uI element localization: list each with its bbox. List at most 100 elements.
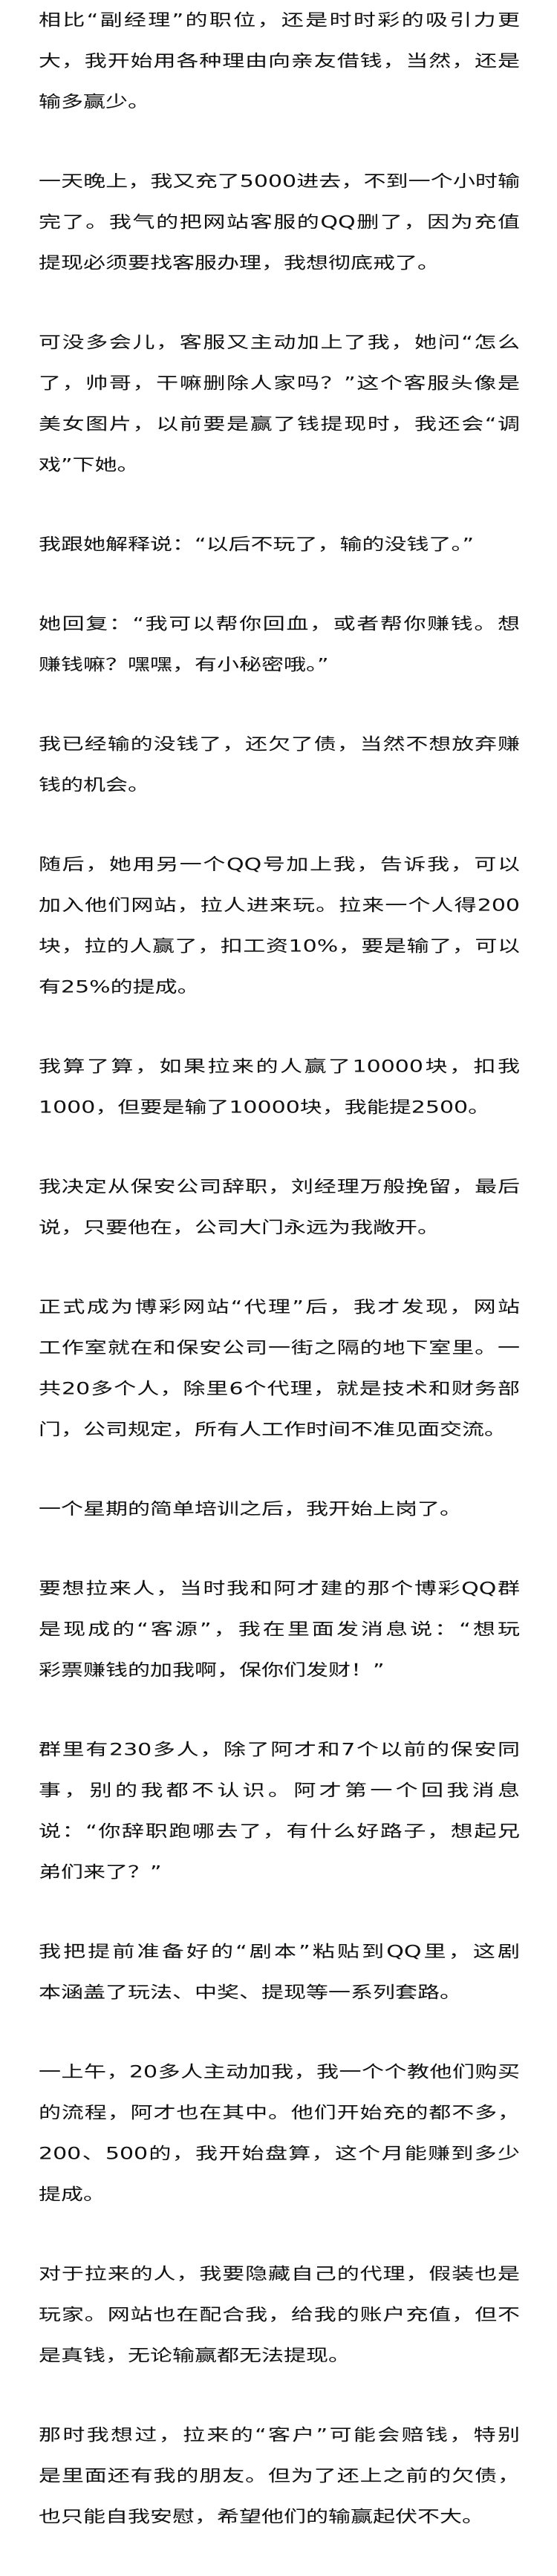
paragraph-line: 那时我想过，拉来的“客户”可能会赔钱，特别 — [39, 2415, 520, 2456]
paragraph-line-text: 说，只要他在，公司大门永远为我敞开。 — [39, 1218, 440, 1238]
paragraph-line-text: 事，别的我都不认识。阿才第一个回我消息 — [39, 1781, 520, 1801]
paragraph-line-text: 我算了算，如果拉来的人赢了10000块，扣我 — [39, 1057, 520, 1077]
paragraph-line: 群里有230多人，除了阿才和7个以前的保安同 — [39, 1729, 520, 1770]
paragraph-line: 彩票赚钱的加我啊，保你们发财！” — [39, 1650, 520, 1691]
paragraph-line-text: 提现必须要找客服办理，我想彻底戒了。 — [39, 253, 440, 273]
paragraph-line-text: 群里有230多人，除了阿才和7个以前的保安同 — [39, 1740, 520, 1760]
paragraph-line: 我算了算，如果拉来的人赢了10000块，扣我 — [39, 1046, 520, 1087]
paragraph-line-text: 本涵盖了玩法、中奖、提现等一系列套路。 — [39, 1983, 462, 2003]
paragraph-line-text: 戏”下她。 — [39, 455, 140, 475]
article-paragraph: 我跟她解释说：“以后不玩了，输的没钱了。” — [39, 524, 520, 565]
paragraph-line: 有25%的提成。 — [39, 967, 520, 1008]
paragraph-line-text: 是现成的“客源”，我在里面发消息说：“想玩 — [39, 1620, 520, 1640]
paragraph-line-text: 工作室就在和保安公司一街之隔的地下室里。一 — [39, 1338, 520, 1358]
paragraph-line: 戏”下她。 — [39, 445, 520, 486]
paragraph-line-text: 赚钱嘛？嘿嘿，有小秘密哦。” — [39, 655, 329, 675]
paragraph-line: 我跟她解释说：“以后不玩了，输的没钱了。” — [39, 524, 520, 565]
paragraph-line: 提成。 — [39, 2174, 520, 2215]
paragraph-line: 我把提前准备好的“剧本”粘贴到QQ里，这剧 — [39, 1931, 520, 1972]
paragraph-line-text: 可没多会儿，客服又主动加上了我，她问“怎么 — [39, 333, 520, 353]
paragraph-line-text: 门，公司规定，所有人工作时间不准见面交流。 — [39, 1420, 506, 1440]
paragraph-line: 一上午，20多人主动加我，我一个个教他们购买 — [39, 2052, 520, 2093]
paragraph-line: 正式成为博彩网站“代理”后，我才发现，网站 — [39, 1287, 520, 1328]
paragraph-line-text: 是真钱，无论输赢都无法提现。 — [39, 2346, 351, 2366]
article-paragraph: 正式成为博彩网站“代理”后，我才发现，网站 工作室就在和保安公司一街之隔的地下室里… — [39, 1287, 520, 1450]
article-paragraph: 她回复：“我可以帮你回血，或者帮你赚钱。想 赚钱嘛？嘿嘿，有小秘密哦。” — [39, 604, 520, 685]
paragraph-line-text: 相比“副经理”的职位，还是时时彩的吸引力更 — [39, 10, 520, 30]
article-paragraph: 要想拉来人，当时我和阿才建的那个博彩QQ群 是现成的“客源”，我在里面发消息说：“… — [39, 1568, 520, 1691]
article-paragraph: 那时我想过，拉来的“客户”可能会赔钱，特别 是里面还有我的朋友。但为了还上之前的欠… — [39, 2415, 520, 2537]
paragraph-line-text: 块，拉的人赢了，扣工资10%，要是输了，可以 — [39, 936, 520, 956]
paragraph-line: 随后，她用另一个QQ号加上我，告诉我，可以 — [39, 844, 520, 885]
paragraph-line-text: 随后，她用另一个QQ号加上我，告诉我，可以 — [39, 855, 520, 875]
paragraph-line: 我决定从保安公司辞职，刘经理万般挽留，最后 — [39, 1167, 520, 1207]
paragraph-line: 是现成的“客源”，我在里面发消息说：“想玩 — [39, 1609, 520, 1650]
paragraph-line: 共20多个人，除里6个代理，就是技术和财务部 — [39, 1369, 520, 1409]
paragraph-line: 一个星期的简单培训之后，我开始上岗了。 — [39, 1489, 520, 1530]
paragraph-line: 玩家。网站也在配合我，给我的账户充值，但不 — [39, 2295, 520, 2335]
paragraph-line-text: 我决定从保安公司辞职，刘经理万般挽留，最后 — [39, 1177, 520, 1197]
paragraph-line-text: 大，我开始用各种理由向亲友借钱，当然，还是 — [39, 51, 520, 71]
article-paragraph: 我把提前准备好的“剧本”粘贴到QQ里，这剧 本涵盖了玩法、中奖、提现等一系列套路。 — [39, 1931, 520, 2013]
paragraph-line: 加入他们网站，拉人进来玩。拉来一个人得200 — [39, 885, 520, 926]
paragraph-line-text: 钱的机会。 — [39, 775, 150, 795]
paragraph-line-text: 她回复：“我可以帮你回血，或者帮你赚钱。想 — [39, 614, 520, 634]
paragraph-line-text: 一天晚上，我又充了5000进去，不到一个小时输 — [39, 172, 520, 192]
paragraph-line-text: 提成。 — [39, 2185, 105, 2205]
paragraph-line: 事，别的我都不认识。阿才第一个回我消息 — [39, 1770, 520, 1811]
paragraph-line: 相比“副经理”的职位，还是时时彩的吸引力更 — [39, 0, 520, 41]
paragraph-line-text: 也只能自我安慰，希望他们的输赢起伏不大。 — [39, 2507, 484, 2527]
article-body: 相比“副经理”的职位，还是时时彩的吸引力更 大，我开始用各种理由向亲友借钱，当然，… — [39, 0, 520, 2576]
paragraph-line: 是里面还有我的朋友。但为了还上之前的欠债， — [39, 2456, 520, 2497]
paragraph-line: 提现必须要找客服办理，我想彻底戒了。 — [39, 243, 520, 284]
paragraph-line-text: 对于拉来的人，我要隐藏自己的代理，假装也是 — [39, 2264, 520, 2284]
paragraph-line-text: 1000，但要是输了10000块，我能提2500。 — [39, 1098, 491, 1118]
paragraph-line: 说：“你辞职跑哪去了，有什么好路子，想起兄 — [39, 1811, 520, 1852]
article-paragraph: 我决定从保安公司辞职，刘经理万般挽留，最后 说，只要他在，公司大门永远为我敞开。 — [39, 1167, 520, 1248]
paragraph-line: 的流程，阿才也在其中。他们开始充的都不多， — [39, 2093, 520, 2133]
paragraph-line-text: 要想拉来人，当时我和阿才建的那个博彩QQ群 — [39, 1579, 520, 1599]
paragraph-line-text: 我已经输的没钱了，还欠了债，当然不想放弃赚 — [39, 734, 520, 754]
paragraph-line: 要想拉来人，当时我和阿才建的那个博彩QQ群 — [39, 1568, 520, 1609]
paragraph-line: 弟们来了？” — [39, 1852, 520, 1893]
paragraph-line: 也只能自我安慰，希望他们的输赢起伏不大。 — [39, 2497, 520, 2537]
paragraph-line: 赚钱嘛？嘿嘿，有小秘密哦。” — [39, 645, 520, 685]
paragraph-line-text: 一上午，20多人主动加我，我一个个教他们购买 — [39, 2062, 520, 2082]
paragraph-line: 200、500的，我开始盘算，这个月能赚到多少 — [39, 2133, 520, 2174]
paragraph-line: 本涵盖了玩法、中奖、提现等一系列套路。 — [39, 1972, 520, 2013]
article-paragraph: 对于拉来的人，我要隐藏自己的代理，假装也是 玩家。网站也在配合我，给我的账户充值，… — [39, 2254, 520, 2376]
paragraph-line-text: 完了。我气的把网站客服的QQ删了，因为充值 — [39, 212, 520, 232]
article-paragraph: 随后，她用另一个QQ号加上我，告诉我，可以加入他们网站，拉人进来玩。拉来一个人得… — [39, 844, 520, 1008]
article-paragraph: 一个星期的简单培训之后，我开始上岗了。 — [39, 1489, 520, 1530]
paragraph-line-text: 弟们来了？” — [39, 1862, 162, 1882]
paragraph-line-text: 共20多个人，除里6个代理，就是技术和财务部 — [39, 1379, 520, 1399]
paragraph-line-text: 那时我想过，拉来的“客户”可能会赔钱，特别 — [39, 2425, 520, 2445]
paragraph-line-text: 美女图片，以前要是赢了钱提现时，我还会“调 — [39, 414, 520, 434]
paragraph-line: 钱的机会。 — [39, 765, 520, 806]
article-paragraph: 群里有230多人，除了阿才和7个以前的保安同 事，别的我都不认识。阿才第一个回我消… — [39, 1729, 520, 1893]
paragraph-line: 大，我开始用各种理由向亲友借钱，当然，还是 — [39, 41, 520, 82]
paragraph-line: 完了。我气的把网站客服的QQ删了，因为充值 — [39, 202, 520, 243]
paragraph-line-text: 正式成为博彩网站“代理”后，我才发现，网站 — [39, 1297, 520, 1317]
paragraph-line: 输多赢少。 — [39, 82, 520, 123]
paragraph-line-text: 玩家。网站也在配合我，给我的账户充值，但不 — [39, 2305, 520, 2325]
paragraph-line: 可没多会儿，客服又主动加上了我，她问“怎么 — [39, 322, 520, 363]
paragraph-line-text: 了，帅哥，干嘛删除人家吗？”这个客服头像是 — [39, 374, 520, 394]
article-paragraph: 一天晚上，我又充了5000进去，不到一个小时输 完了。我气的把网站客服的QQ删了，… — [39, 161, 520, 284]
paragraph-line-text: 彩票赚钱的加我啊，保你们发财！” — [39, 1660, 385, 1680]
paragraph-line: 她回复：“我可以帮你回血，或者帮你赚钱。想 — [39, 604, 520, 645]
paragraph-line-text: 有25%的提成。 — [39, 977, 200, 997]
paragraph-line: 是真钱，无论输赢都无法提现。 — [39, 2335, 520, 2376]
paragraph-line: 说，只要他在，公司大门永远为我敞开。 — [39, 1207, 520, 1248]
paragraph-line: 块，拉的人赢了，扣工资10%，要是输了，可以 — [39, 926, 520, 967]
paragraph-line-text: 是里面还有我的朋友。但为了还上之前的欠债， — [39, 2466, 520, 2486]
paragraph-line-text: 我把提前准备好的“剧本”粘贴到QQ里，这剧 — [39, 1942, 520, 1962]
article-paragraph: 相比“副经理”的职位，还是时时彩的吸引力更 大，我开始用各种理由向亲友借钱，当然，… — [39, 0, 520, 123]
paragraph-line: 我已经输的没钱了，还欠了债，当然不想放弃赚 — [39, 724, 520, 765]
paragraph-line-text: 说：“你辞职跑哪去了，有什么好路子，想起兄 — [39, 1822, 520, 1842]
paragraph-line-text: 一个星期的简单培训之后，我开始上岗了。 — [39, 1499, 462, 1519]
article-paragraph: 我算了算，如果拉来的人赢了10000块，扣我 1000，但要是输了10000块，我… — [39, 1046, 520, 1128]
paragraph-line: 了，帅哥，干嘛删除人家吗？”这个客服头像是 — [39, 363, 520, 404]
paragraph-line: 美女图片，以前要是赢了钱提现时，我还会“调 — [39, 404, 520, 445]
paragraph-line: 1000，但要是输了10000块，我能提2500。 — [39, 1087, 520, 1128]
